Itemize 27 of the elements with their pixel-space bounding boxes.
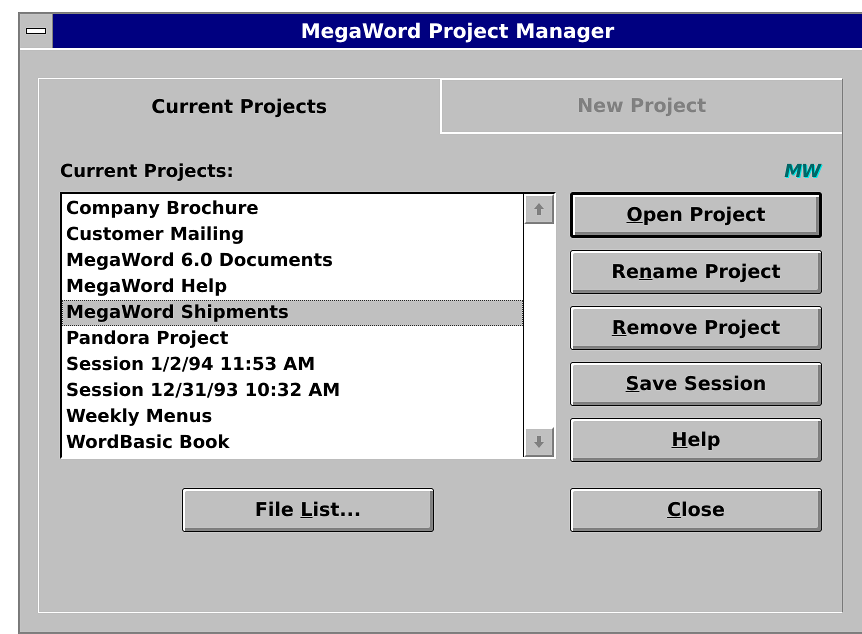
list-item[interactable]: Customer Mailing [62, 222, 523, 248]
list-item[interactable]: MegaWord Shipments [62, 300, 523, 326]
scrollbar[interactable] [523, 194, 554, 457]
scroll-up-button[interactable] [524, 194, 554, 224]
file-list-button[interactable]: File List... [182, 488, 434, 532]
list-item[interactable]: Company Brochure [62, 196, 523, 222]
scroll-down-button[interactable] [524, 427, 554, 457]
list-item[interactable]: Session 12/31/93 10:32 AM [62, 378, 523, 404]
logo: MW [784, 160, 820, 182]
list-item[interactable]: WordBasic Book [62, 430, 523, 456]
down-arrow-icon [533, 435, 545, 449]
project-list[interactable]: Company Brochure Customer Mailing MegaWord 6.0 Documents MegaWord Help MegaWord Shipments Pandora Project Session 1/2/94 11:53 AM Session 12/31/93 10:32 AM Weekly Menus WordBasic Book [60, 192, 556, 459]
window-title: MegaWord Project Manager [53, 14, 862, 48]
list-item[interactable]: MegaWord Help [62, 274, 523, 300]
list-item[interactable]: MegaWord 6.0 Documents [62, 248, 523, 274]
help-button[interactable]: Help [570, 418, 822, 462]
remove-project-button[interactable]: Remove Project [570, 306, 822, 350]
list-item[interactable]: Weekly Menus [62, 404, 523, 430]
open-project-button[interactable]: Open Project [570, 192, 822, 238]
close-button[interactable]: Close [570, 488, 822, 532]
rename-project-button[interactable]: Rename Project [570, 250, 822, 294]
up-arrow-icon [533, 202, 545, 216]
list-item[interactable]: Pandora Project [62, 326, 523, 352]
list-label: Current Projects: [60, 160, 234, 182]
list-item[interactable]: Session 1/2/94 11:53 AM [62, 352, 523, 378]
save-session-button[interactable]: Save Session [570, 362, 822, 406]
minus-icon [26, 28, 46, 34]
